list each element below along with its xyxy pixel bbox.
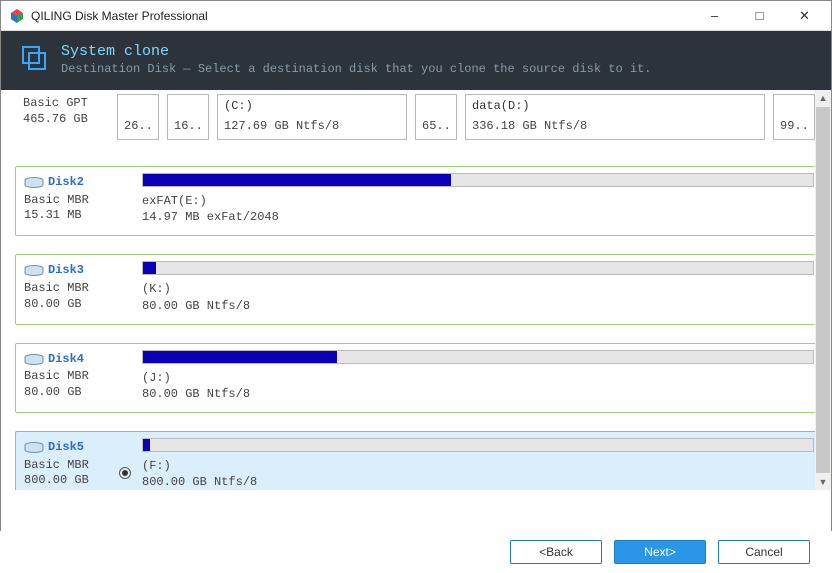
- partition-name: exFAT(E:): [142, 193, 814, 209]
- disk-size: 80.00 GB: [24, 385, 108, 401]
- usage-bar: [142, 173, 814, 187]
- maximize-button[interactable]: □: [737, 1, 782, 31]
- clone-icon: [21, 45, 47, 71]
- disk-size: 80.00 GB: [24, 297, 108, 313]
- disk-row-2[interactable]: Disk2 Basic MBR 15.31 MB exFAT(E:) 14.97…: [15, 166, 823, 236]
- usage-bar: [142, 350, 814, 364]
- disk-name: Disk3: [48, 263, 84, 279]
- cancel-button[interactable]: Cancel: [718, 540, 810, 564]
- partition-name: (C:): [224, 99, 400, 113]
- page-title: System clone: [61, 43, 652, 60]
- disk-type: Basic MBR: [24, 193, 108, 209]
- disk-name: Disk5: [48, 440, 84, 456]
- close-button[interactable]: ✕: [782, 1, 827, 31]
- disk-icon: [24, 442, 44, 454]
- disk-size: 15.31 MB: [24, 208, 108, 224]
- disk-type: Basic GPT: [23, 96, 107, 112]
- next-button[interactable]: Next>: [614, 540, 706, 564]
- disk-icon: [24, 265, 44, 277]
- scroll-down-icon[interactable]: ▼: [815, 474, 831, 490]
- disk-type: Basic MBR: [24, 458, 108, 474]
- usage-bar: [142, 261, 814, 275]
- select-radio[interactable]: [119, 467, 131, 479]
- partition-name: (J:): [142, 370, 814, 386]
- minimize-button[interactable]: –: [692, 1, 737, 31]
- partition-meta: 127.69 GB Ntfs/8: [224, 119, 400, 133]
- titlebar: QILING Disk Master Professional – □ ✕: [1, 1, 831, 31]
- partition-name: (K:): [142, 281, 814, 297]
- disk-row-0[interactable]: Basic GPT 465.76 GB 26... 16... (C:) 127…: [15, 90, 823, 150]
- partition-stub: 16...: [174, 119, 202, 133]
- partition-meta: 800.00 GB Ntfs/8: [142, 474, 814, 490]
- disk-row-5[interactable]: Disk5 Basic MBR 800.00 GB (F:) 800.00 GB…: [15, 431, 823, 490]
- page-subtitle: Destination Disk — Select a destination …: [61, 62, 652, 76]
- disk-row-3[interactable]: Disk3 Basic MBR 80.00 GB (K:) 80.00 GB N…: [15, 254, 823, 324]
- disk-icon: [24, 354, 44, 366]
- disk-type: Basic MBR: [24, 369, 108, 385]
- disk-name: Disk4: [48, 352, 84, 368]
- partition-meta: 80.00 GB Ntfs/8: [142, 386, 814, 402]
- page-header: System clone Destination Disk — Select a…: [1, 31, 831, 90]
- disk-name: Disk2: [48, 175, 84, 191]
- partition-stub: 26...: [124, 119, 152, 133]
- disk-list: Basic GPT 465.76 GB 26... 16... (C:) 127…: [1, 90, 831, 490]
- app-logo-icon: [9, 8, 25, 24]
- partition-stub: 99...: [780, 119, 808, 133]
- disk-size: 465.76 GB: [23, 112, 107, 128]
- disk-size: 800.00 GB: [24, 473, 108, 489]
- usage-bar: [142, 438, 814, 452]
- partition-meta: 14.97 MB exFat/2048: [142, 209, 814, 225]
- scroll-thumb[interactable]: [816, 107, 830, 473]
- scroll-up-icon[interactable]: ▲: [815, 90, 831, 106]
- disk-icon: [24, 177, 44, 189]
- partition-stub: 65...: [422, 119, 450, 133]
- partition-name: (F:): [142, 458, 814, 474]
- window-title: QILING Disk Master Professional: [31, 9, 692, 23]
- partition-meta: 80.00 GB Ntfs/8: [142, 298, 814, 314]
- back-button[interactable]: <Back: [510, 540, 602, 564]
- wizard-footer: <Back Next> Cancel: [0, 531, 832, 573]
- scrollbar[interactable]: ▲ ▼: [815, 90, 831, 490]
- partition-meta: 336.18 GB Ntfs/8: [472, 119, 758, 133]
- disk-type: Basic MBR: [24, 281, 108, 297]
- disk-row-4[interactable]: Disk4 Basic MBR 80.00 GB (J:) 80.00 GB N…: [15, 343, 823, 413]
- partition-name: data(D:): [472, 99, 758, 113]
